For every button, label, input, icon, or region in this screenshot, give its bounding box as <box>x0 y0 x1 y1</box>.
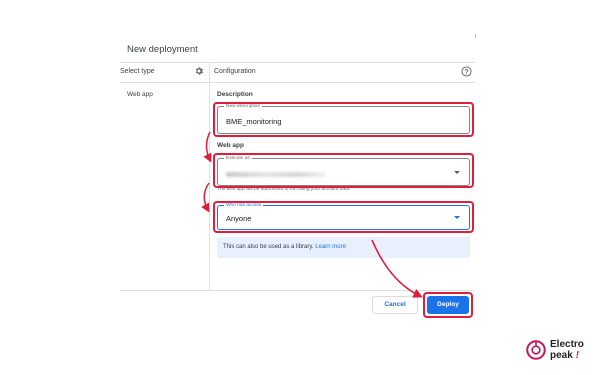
footer-divider <box>120 290 475 291</box>
configuration-header: Configuration <box>214 68 256 75</box>
select-type-header: Select type <box>120 68 155 75</box>
type-item-web-app[interactable]: Web app <box>127 91 153 98</box>
web-app-section-title: Web app <box>217 142 244 149</box>
cancel-button[interactable]: Cancel <box>372 296 418 314</box>
library-info-box: This can also be used as a library. Lear… <box>217 237 470 258</box>
logo-line-1: Electro <box>550 339 584 350</box>
highlight-deploy <box>423 292 473 318</box>
library-info-text: This can also be used as a library. Lear… <box>223 244 346 250</box>
description-section-title: Description <box>217 91 253 98</box>
learn-more-link[interactable]: Learn more <box>315 244 346 250</box>
dialog-corner <box>475 34 476 38</box>
deployment-dialog: New deployment Select type Web app Confi… <box>0 0 600 375</box>
gear-icon[interactable] <box>194 66 204 76</box>
highlight-who-has-access <box>213 201 474 233</box>
header-bottom-divider <box>120 82 475 83</box>
logo-mark: ! <box>575 350 579 361</box>
logo-line-2: peak <box>550 350 573 361</box>
header-top-divider <box>120 62 475 63</box>
highlight-description <box>213 102 474 137</box>
electropeak-logo-text: Electro peak ! <box>550 339 584 361</box>
panel-divider <box>209 62 210 290</box>
dialog-title: New deployment <box>127 44 198 55</box>
highlight-execute-as <box>213 153 474 188</box>
library-info-message: This can also be used as a library. <box>223 244 314 250</box>
electropeak-logo-icon <box>526 340 546 360</box>
help-icon[interactable] <box>461 66 472 77</box>
